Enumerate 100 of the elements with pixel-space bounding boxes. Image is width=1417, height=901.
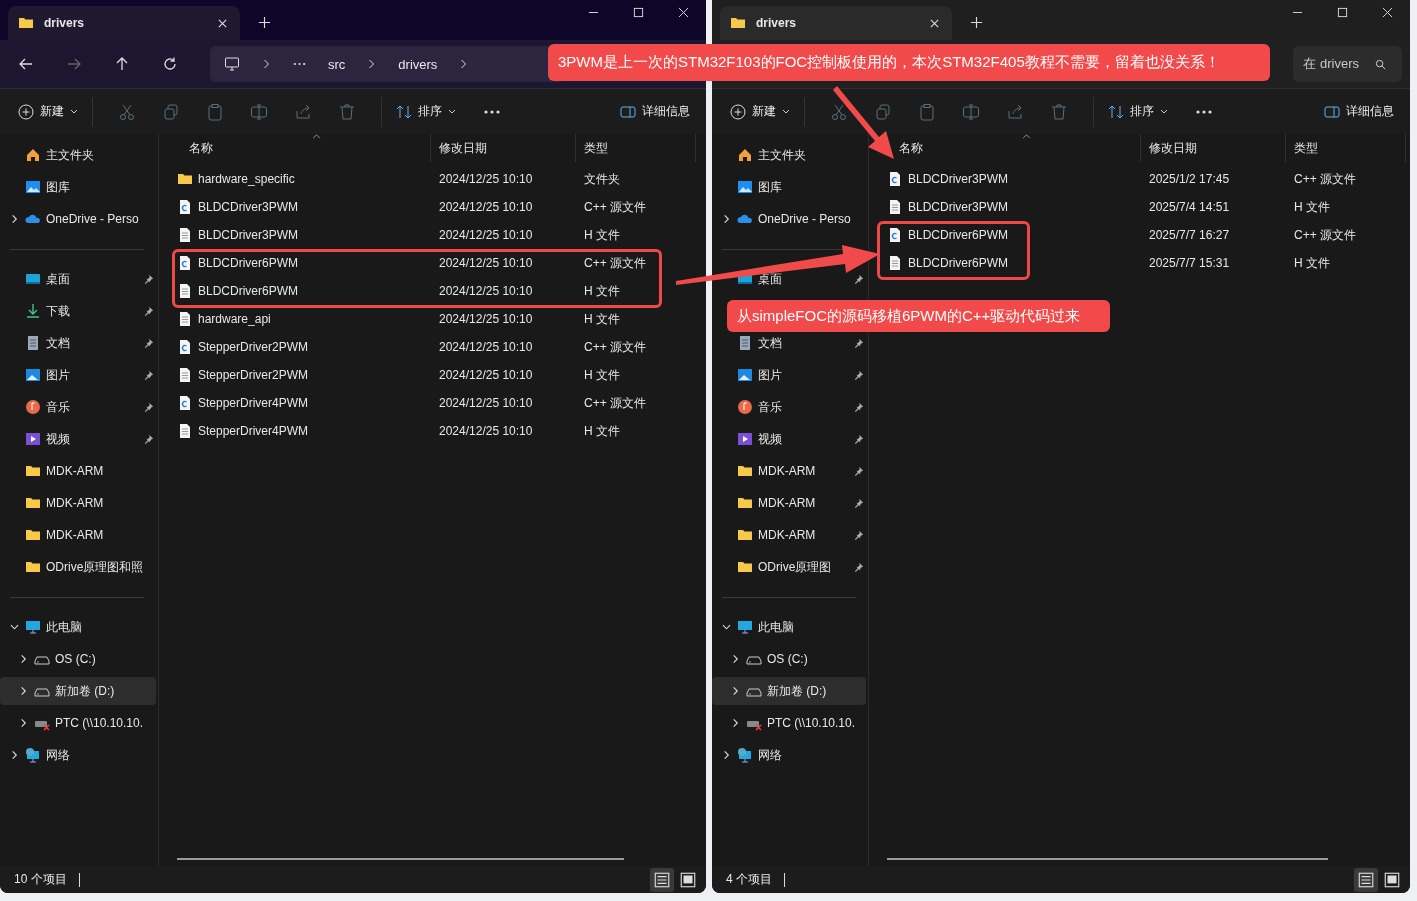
- sidebar-item[interactable]: MDK-ARM: [712, 457, 866, 485]
- close-icon[interactable]: [217, 17, 228, 29]
- close-icon[interactable]: [929, 17, 940, 29]
- pin-icon[interactable]: [853, 561, 864, 573]
- close-icon[interactable]: [1382, 7, 1393, 18]
- file-name[interactable]: BLDCDriver6PWM: [908, 256, 1008, 270]
- sidebar-item[interactable]: PTC (\\10.10.10.: [712, 709, 866, 737]
- details-button[interactable]: 详细信息: [618, 99, 692, 124]
- column-header[interactable]: 名称: [899, 139, 923, 157]
- file-name[interactable]: StepperDriver2PWM: [198, 340, 309, 354]
- maximize-icon[interactable]: [633, 7, 644, 18]
- sidebar-item[interactable]: ODrive原理图和照: [0, 553, 156, 581]
- pin-icon[interactable]: [853, 369, 864, 381]
- file-name[interactable]: StepperDriver4PWM: [198, 396, 309, 410]
- sidebar-item[interactable]: 此电脑: [0, 613, 156, 641]
- share-icon[interactable]: [1006, 102, 1024, 121]
- file-name[interactable]: hardware_specific: [198, 172, 295, 186]
- pin-icon[interactable]: [143, 433, 154, 445]
- breadcrumb[interactable]: src: [328, 56, 346, 72]
- sidebar-item[interactable]: MDK-ARM: [0, 457, 156, 485]
- pin-icon[interactable]: [143, 305, 154, 317]
- sort-button[interactable]: 排序: [394, 99, 458, 124]
- column-header[interactable]: 类型: [584, 139, 608, 157]
- pin-icon[interactable]: [853, 401, 864, 413]
- scrollbar[interactable]: [887, 858, 1328, 860]
- chevron-down-icon[interactable]: [721, 622, 731, 632]
- file-name[interactable]: BLDCDriver3PWM: [908, 200, 1008, 214]
- scissors-icon[interactable]: [830, 102, 848, 121]
- pin-icon[interactable]: [853, 433, 864, 445]
- sidebar-item[interactable]: 文档: [0, 329, 156, 357]
- pin-icon[interactable]: [143, 401, 154, 413]
- refresh-icon[interactable]: [162, 56, 178, 72]
- sidebar-item[interactable]: 音乐: [712, 393, 866, 421]
- pin-icon[interactable]: [853, 273, 864, 285]
- sidebar-item[interactable]: 图片: [0, 361, 156, 389]
- file-name[interactable]: BLDCDriver3PWM: [198, 200, 298, 214]
- sidebar-item[interactable]: PTC (\\10.10.10.: [0, 709, 156, 737]
- pin-icon[interactable]: [853, 529, 864, 541]
- pin-icon[interactable]: [853, 337, 864, 349]
- tab[interactable]: drivers: [8, 6, 240, 40]
- sidebar-item[interactable]: 文档: [712, 329, 866, 357]
- details-view-icon[interactable]: [650, 867, 674, 892]
- scrollbar[interactable]: [177, 858, 624, 860]
- sidebar-item[interactable]: OneDrive - Perso: [712, 205, 866, 233]
- sidebar-item[interactable]: OneDrive - Perso: [0, 205, 156, 233]
- tab[interactable]: drivers: [720, 6, 952, 40]
- share-icon[interactable]: [294, 102, 312, 121]
- sidebar-item[interactable]: 网络: [0, 741, 156, 769]
- sidebar-item[interactable]: 视频: [0, 425, 156, 453]
- sidebar-item[interactable]: OS (C:): [712, 645, 866, 673]
- sidebar-item[interactable]: ODrive原理图: [712, 553, 866, 581]
- sort-button[interactable]: 排序: [1106, 99, 1170, 124]
- sidebar-item[interactable]: 图库: [0, 173, 156, 201]
- sidebar-item[interactable]: 图片: [712, 361, 866, 389]
- pin-icon[interactable]: [853, 465, 864, 477]
- new-button[interactable]: 新建: [728, 99, 792, 124]
- scissors-icon[interactable]: [118, 102, 136, 121]
- column-header[interactable]: 类型: [1294, 139, 1318, 157]
- details-view-icon[interactable]: [1354, 867, 1378, 892]
- sidebar-item[interactable]: 下载: [0, 297, 156, 325]
- sidebar-item[interactable]: OS (C:): [0, 645, 156, 673]
- rename-icon[interactable]: [250, 102, 268, 121]
- forward-icon[interactable]: [66, 56, 82, 72]
- sidebar-item[interactable]: 新加卷 (D:): [0, 677, 156, 705]
- maximize-icon[interactable]: [1337, 7, 1348, 18]
- file-name[interactable]: BLDCDriver6PWM: [198, 284, 298, 298]
- clipboard-icon[interactable]: [918, 102, 936, 121]
- pin-icon[interactable]: [853, 497, 864, 509]
- pin-icon[interactable]: [143, 369, 154, 381]
- up-icon[interactable]: [114, 56, 130, 72]
- file-name[interactable]: BLDCDriver3PWM: [908, 172, 1008, 186]
- column-header[interactable]: 修改日期: [1149, 139, 1197, 157]
- trash-icon[interactable]: [338, 102, 356, 121]
- close-icon[interactable]: [678, 7, 689, 18]
- sidebar-item[interactable]: 此电脑: [712, 613, 866, 641]
- more-icon[interactable]: [1196, 109, 1212, 114]
- file-name[interactable]: BLDCDriver3PWM: [198, 228, 298, 242]
- details-button[interactable]: 详细信息: [1322, 99, 1396, 124]
- new-button[interactable]: 新建: [16, 99, 80, 124]
- trash-icon[interactable]: [1050, 102, 1068, 121]
- new-tab-icon[interactable]: [258, 16, 271, 29]
- file-name[interactable]: StepperDriver2PWM: [198, 368, 309, 382]
- sidebar-item[interactable]: 桌面: [0, 265, 156, 293]
- chevron-down-icon[interactable]: [9, 622, 19, 632]
- sidebar-item[interactable]: 音乐: [0, 393, 156, 421]
- new-tab-icon[interactable]: [970, 16, 983, 29]
- sidebar-item[interactable]: 主文件夹: [0, 141, 156, 169]
- pin-icon[interactable]: [143, 337, 154, 349]
- sidebar-item[interactable]: 主文件夹: [712, 141, 866, 169]
- sidebar-item[interactable]: MDK-ARM: [712, 489, 866, 517]
- sidebar-item[interactable]: 新加卷 (D:): [712, 677, 866, 705]
- more-icon[interactable]: [484, 109, 500, 114]
- clipboard-icon[interactable]: [206, 102, 224, 121]
- sidebar-item[interactable]: MDK-ARM: [712, 521, 866, 549]
- pin-icon[interactable]: [143, 273, 154, 285]
- breadcrumb[interactable]: drivers: [398, 56, 438, 72]
- file-name[interactable]: BLDCDriver6PWM: [908, 228, 1008, 242]
- file-name[interactable]: StepperDriver4PWM: [198, 424, 309, 438]
- more-icon[interactable]: [293, 62, 306, 66]
- sidebar-item[interactable]: 图库: [712, 173, 866, 201]
